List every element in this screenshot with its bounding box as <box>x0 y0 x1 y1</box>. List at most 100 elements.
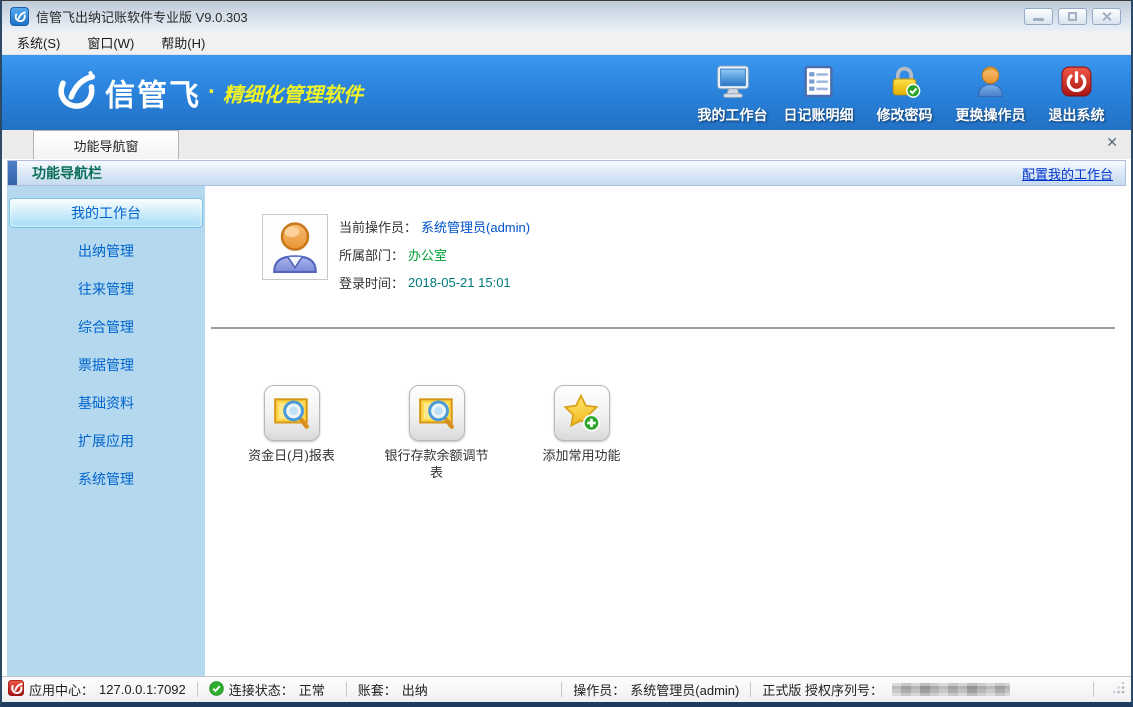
accent-bar <box>8 161 17 185</box>
window-title: 信管飞出纳记账软件专业版 V9.0.303 <box>36 7 248 26</box>
brand-tagline: 精细化管理软件 <box>223 78 363 107</box>
maximize-icon <box>1068 12 1077 21</box>
minimize-button[interactable] <box>1024 8 1053 25</box>
status-operator-label: 操作员： <box>573 680 625 699</box>
account-label: 账套： <box>358 680 397 699</box>
license-label: 正式版 授权序列号： <box>762 680 883 699</box>
operator-value: 系统管理员(admin) <box>421 217 530 236</box>
minimize-icon <box>1033 18 1044 21</box>
resize-grip-icon[interactable] <box>1113 682 1125 697</box>
account-value: 出纳 <box>402 680 428 699</box>
lock-check-icon <box>887 65 922 105</box>
toolbar-label: 更换操作员 <box>956 105 1026 125</box>
status-bar: 应用中心： 127.0.0.1:7092 连接状态： 正常 账套： 出纳 操作员… <box>2 676 1131 702</box>
close-icon <box>1101 11 1112 22</box>
connection-label: 连接状态： <box>229 680 294 699</box>
shortcut-label: 添加常用功能 <box>542 448 620 465</box>
toolbar-label: 日记账明细 <box>784 105 854 125</box>
connection-ok-icon <box>209 681 224 699</box>
toolbar-exit-system[interactable]: 退出系统 <box>1036 65 1117 125</box>
close-tab-icon[interactable]: ✕ <box>1106 135 1118 149</box>
body-row: 我的工作台 出纳管理 往来管理 综合管理 票据管理 基础资料 扩展应用 系统管理… <box>2 186 1131 676</box>
status-separator <box>197 682 198 697</box>
toolbar-label: 我的工作台 <box>698 105 768 125</box>
sidebar-item-bills-mgmt[interactable]: 票据管理 <box>9 350 203 380</box>
status-operator-value: 系统管理员(admin) <box>630 680 739 699</box>
login-time-row: 登录时间： 2018-05-21 15:01 <box>339 273 530 292</box>
toolbar-my-workbench[interactable]: 我的工作台 <box>692 65 773 125</box>
brand-separator: · <box>208 79 216 107</box>
power-icon <box>1060 65 1093 105</box>
connection-value: 正常 <box>299 680 325 699</box>
tab-label: 功能导航窗 <box>73 136 138 155</box>
shortcuts-row: 资金日(月)报表 银行存款余额调节表 添加常用功能 <box>219 385 1131 482</box>
sidebar-item-comprehensive-mgmt[interactable]: 综合管理 <box>9 312 203 342</box>
operator-profile: 当前操作员： 系统管理员(admin) 所属部门： 办公室 登录时间： 2018… <box>262 214 1131 301</box>
report-search-icon <box>409 385 465 441</box>
operator-row: 当前操作员： 系统管理员(admin) <box>339 217 530 236</box>
sidebar-item-transactions-mgmt[interactable]: 往来管理 <box>9 274 203 304</box>
toolbar-switch-operator[interactable]: 更换操作员 <box>950 65 1031 125</box>
status-account-set: 账套： 出纳 <box>358 680 428 699</box>
monitor-icon <box>715 65 751 105</box>
main-panel: 当前操作员： 系统管理员(admin) 所属部门： 办公室 登录时间： 2018… <box>205 186 1131 676</box>
toolbar-label: 退出系统 <box>1049 105 1105 125</box>
operator-label: 当前操作员： <box>339 217 417 236</box>
nav-title: 功能导航栏 <box>32 163 102 183</box>
operator-info: 当前操作员： 系统管理员(admin) 所属部门： 办公室 登录时间： 2018… <box>339 214 530 301</box>
menu-window[interactable]: 窗口(W) <box>87 33 134 52</box>
shortcut-bank-reconciliation[interactable]: 银行存款余额调节表 <box>364 385 509 482</box>
sidebar-item-extensions[interactable]: 扩展应用 <box>9 426 203 456</box>
status-separator <box>346 682 347 697</box>
brand: 信管飞 · 精细化管理软件 <box>52 68 363 117</box>
menu-bar: 系统(S) 窗口(W) 帮助(H) <box>2 31 1131 55</box>
star-add-icon <box>554 385 610 441</box>
app-logo-icon <box>10 7 29 26</box>
department-row: 所属部门： 办公室 <box>339 245 530 264</box>
app-center-value: 127.0.0.1:7092 <box>99 682 186 697</box>
app-window: 信管飞出纳记账软件专业版 V9.0.303 系统(S) 窗口(W) 帮助(H) … <box>0 0 1133 707</box>
login-time-value: 2018-05-21 15:01 <box>408 275 511 290</box>
tab-strip: 功能导航窗 ✕ <box>2 130 1131 159</box>
department-value: 办公室 <box>408 245 447 264</box>
department-label: 所属部门： <box>339 245 404 264</box>
shortcut-add-favorite[interactable]: 添加常用功能 <box>509 385 654 482</box>
nav-title-bar: 功能导航栏 配置我的工作台 <box>7 160 1126 186</box>
brand-logo-icon <box>52 68 96 117</box>
ledger-icon <box>802 65 835 105</box>
status-separator <box>1093 682 1094 697</box>
toolbar-journal-detail[interactable]: 日记账明细 <box>778 65 859 125</box>
close-button[interactable] <box>1092 8 1121 25</box>
status-separator <box>750 682 751 697</box>
user-icon <box>974 65 1007 105</box>
header-toolbar: 我的工作台 日记账明细 修改密码 更换操作员 <box>692 65 1117 125</box>
configure-workbench-link[interactable]: 配置我的工作台 <box>1022 164 1113 183</box>
app-header: 信管飞 · 精细化管理软件 我的工作台 日记账明细 修改密码 <box>2 55 1131 130</box>
license-serial-masked <box>892 683 1010 696</box>
sidebar-item-basic-data[interactable]: 基础资料 <box>9 388 203 418</box>
login-time-label: 登录时间： <box>339 273 404 292</box>
status-connection: 连接状态： 正常 <box>209 680 335 699</box>
app-logo-red-icon <box>8 680 24 699</box>
toolbar-change-password[interactable]: 修改密码 <box>864 65 945 125</box>
toolbar-label: 修改密码 <box>877 105 933 125</box>
sidebar-item-system-mgmt[interactable]: 系统管理 <box>9 464 203 494</box>
status-operator: 操作员： 系统管理员(admin) <box>573 680 739 699</box>
window-controls <box>1024 8 1123 25</box>
status-separator <box>561 682 562 697</box>
maximize-button[interactable] <box>1058 8 1087 25</box>
section-divider <box>211 327 1115 329</box>
shortcut-daily-monthly-report[interactable]: 资金日(月)报表 <box>219 385 364 482</box>
title-bar: 信管飞出纳记账软件专业版 V9.0.303 <box>2 1 1131 31</box>
status-license: 正式版 授权序列号： <box>762 680 1010 699</box>
menu-help[interactable]: 帮助(H) <box>161 33 205 52</box>
shortcut-label: 资金日(月)报表 <box>248 448 335 465</box>
tab-function-nav[interactable]: 功能导航窗 <box>33 130 179 159</box>
menu-system[interactable]: 系统(S) <box>17 33 60 52</box>
sidebar: 我的工作台 出纳管理 往来管理 综合管理 票据管理 基础资料 扩展应用 系统管理 <box>7 186 205 676</box>
avatar <box>262 214 328 280</box>
status-app-center: 应用中心： 127.0.0.1:7092 <box>8 680 186 699</box>
shortcut-label: 银行存款余额调节表 <box>384 448 490 482</box>
sidebar-item-cashier-mgmt[interactable]: 出纳管理 <box>9 236 203 266</box>
sidebar-item-my-workbench[interactable]: 我的工作台 <box>9 198 203 228</box>
